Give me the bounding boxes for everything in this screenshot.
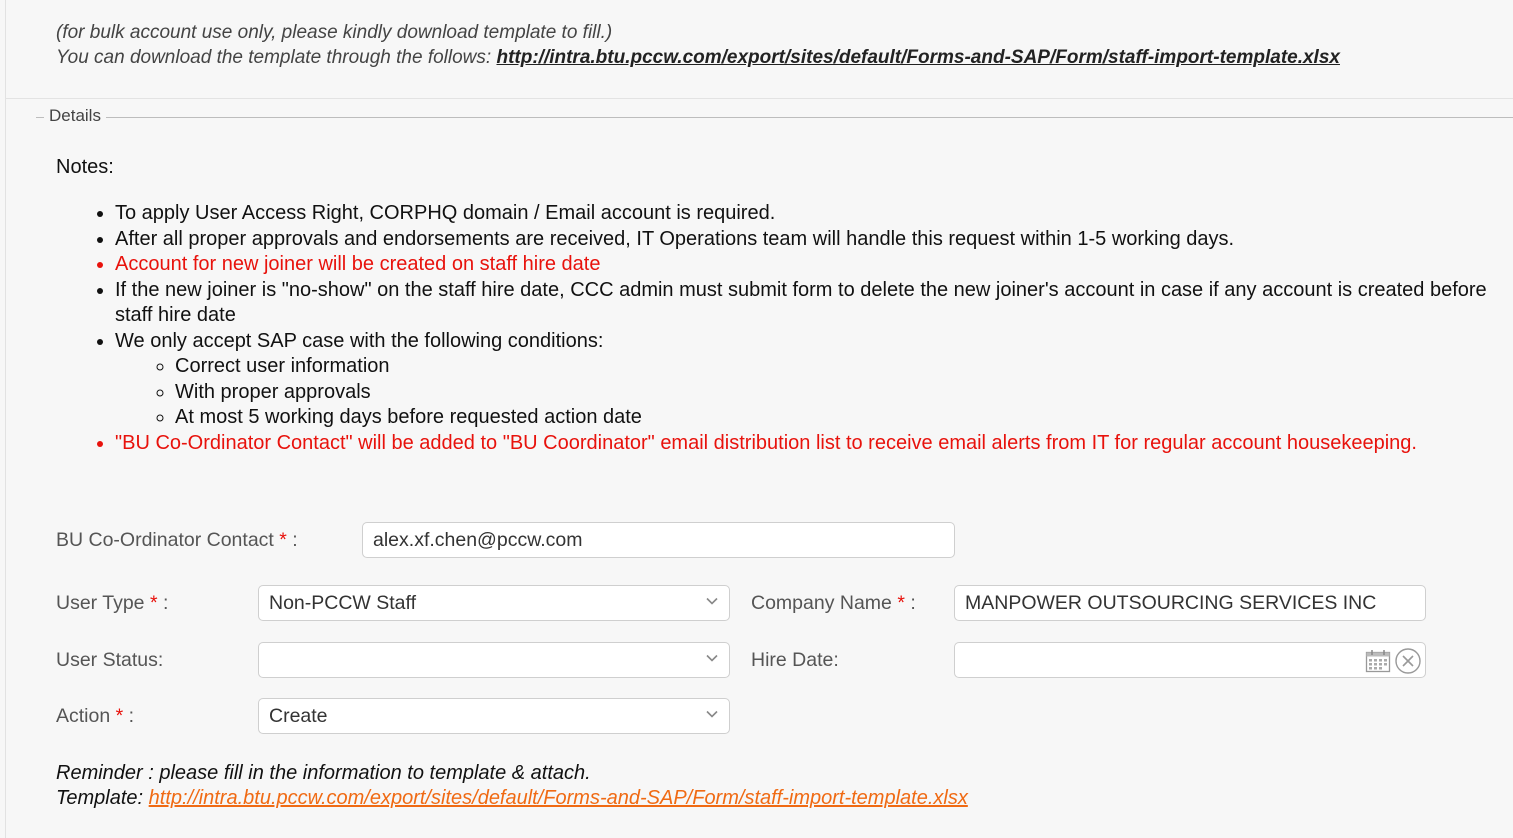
notes-list: To apply User Access Right, CORPHQ domai… bbox=[56, 201, 1513, 456]
template-line: Template: http://intra.btu.pccw.com/expo… bbox=[56, 786, 968, 811]
bulk-template-hint: (for bulk account use only, please kindl… bbox=[56, 20, 1340, 70]
label-suffix: : bbox=[904, 592, 916, 614]
details-fieldset-line bbox=[36, 117, 1513, 118]
condition-item: Correct user information bbox=[175, 354, 1513, 380]
notes-title: Notes: bbox=[56, 156, 114, 178]
user-type-label-text: User Type bbox=[56, 592, 145, 614]
bu-contact-input[interactable]: alex.xf.chen@pccw.com bbox=[362, 522, 955, 558]
hire-date-input[interactable] bbox=[954, 642, 1426, 678]
company-name-label: Company Name * : bbox=[751, 592, 916, 615]
template-label: Template: bbox=[56, 787, 149, 809]
page-left-border bbox=[5, 0, 6, 838]
company-name-label-text: Company Name bbox=[751, 592, 892, 614]
template-link[interactable]: http://intra.btu.pccw.com/export/sites/d… bbox=[149, 787, 968, 809]
required-mark: * bbox=[149, 592, 158, 614]
bu-contact-label: BU Co-Ordinator Contact * : bbox=[56, 529, 298, 552]
bu-contact-label-text: BU Co-Ordinator Contact bbox=[56, 529, 274, 551]
user-status-label: User Status: bbox=[56, 649, 164, 671]
download-hint-text: You can download the template through th… bbox=[56, 47, 497, 68]
user-status-select[interactable] bbox=[258, 642, 730, 678]
label-suffix: : bbox=[157, 592, 169, 614]
action-select[interactable]: Create bbox=[258, 698, 730, 734]
note-item-highlight: "BU Co-Ordinator Contact" will be added … bbox=[115, 431, 1513, 457]
calendar-icon[interactable] bbox=[1365, 649, 1391, 673]
reminder-block: Reminder : please fill in the informatio… bbox=[56, 761, 968, 811]
action-label: Action * : bbox=[56, 705, 134, 728]
required-mark: * bbox=[897, 592, 905, 614]
details-legend: Details bbox=[44, 106, 106, 126]
required-mark: * bbox=[279, 529, 287, 551]
chevron-down-icon bbox=[706, 710, 718, 718]
clear-date-icon[interactable] bbox=[1394, 647, 1422, 675]
note-item-highlight: Account for new joiner will be created o… bbox=[115, 252, 1513, 278]
user-type-value: Non-PCCW Staff bbox=[269, 592, 417, 614]
section-separator bbox=[5, 98, 1513, 99]
conditions-list: Correct user information With proper app… bbox=[115, 354, 1513, 431]
hire-date-label: Hire Date: bbox=[751, 649, 839, 671]
note-item: To apply User Access Right, CORPHQ domai… bbox=[115, 201, 1513, 227]
bulk-template-link[interactable]: http://intra.btu.pccw.com/export/sites/d… bbox=[496, 47, 1340, 68]
note-item-text: We only accept SAP case with the followi… bbox=[115, 329, 604, 352]
company-name-input[interactable]: MANPOWER OUTSOURCING SERVICES INC bbox=[954, 585, 1426, 621]
note-item: After all proper approvals and endorseme… bbox=[115, 227, 1513, 253]
condition-item: At most 5 working days before requested … bbox=[175, 405, 1513, 431]
chevron-down-icon bbox=[706, 654, 718, 662]
note-item: If the new joiner is "no-show" on the st… bbox=[115, 278, 1513, 329]
chevron-down-icon bbox=[706, 597, 718, 605]
download-hint-line: You can download the template through th… bbox=[56, 45, 1340, 70]
bulk-hint-line: (for bulk account use only, please kindl… bbox=[56, 22, 613, 43]
label-suffix: : bbox=[123, 705, 135, 727]
condition-item: With proper approvals bbox=[175, 380, 1513, 406]
label-suffix: : bbox=[286, 529, 298, 551]
note-item-conditions: We only accept SAP case with the followi… bbox=[115, 329, 1513, 431]
action-label-text: Action bbox=[56, 705, 111, 727]
user-type-label: User Type * : bbox=[56, 592, 168, 615]
action-value: Create bbox=[269, 705, 328, 727]
user-type-select[interactable]: Non-PCCW Staff bbox=[258, 585, 730, 621]
reminder-text: Reminder : please fill in the informatio… bbox=[56, 762, 591, 784]
